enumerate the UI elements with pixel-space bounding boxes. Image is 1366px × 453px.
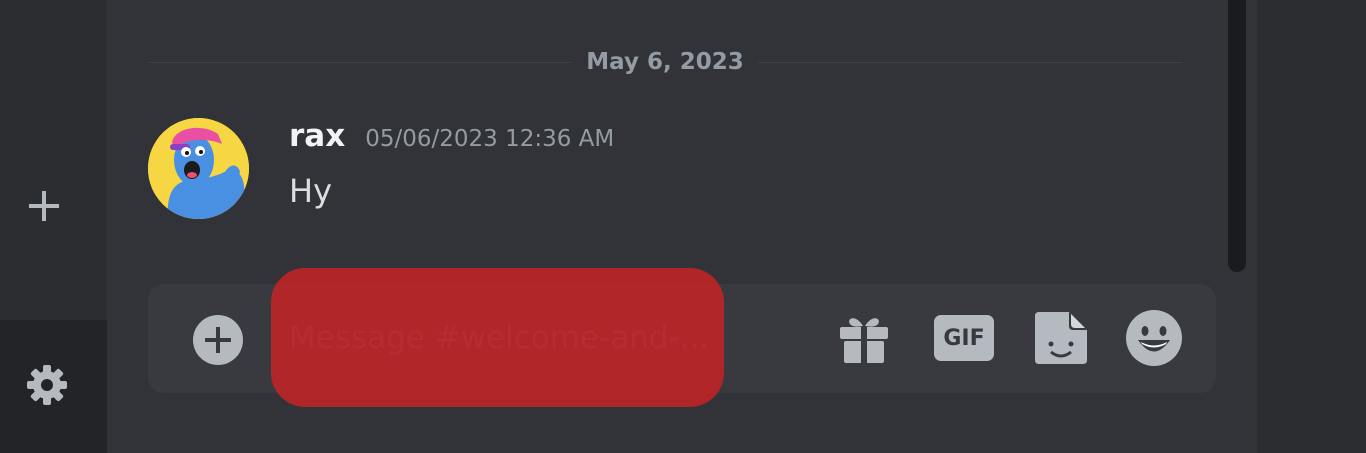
gear-icon [27,365,67,405]
message-content: Hy [289,172,332,210]
member-panel [1257,0,1366,453]
plus-icon [29,191,59,221]
attach-button[interactable] [192,314,244,366]
gift-button[interactable] [834,308,894,368]
gift-icon [840,318,888,363]
divider-line [757,61,1182,63]
message-timestamp: 05/06/2023 12:36 AM [365,126,615,152]
redaction-overlay [271,268,724,407]
avatar-image [148,118,249,219]
chat-scrollbar[interactable] [1228,0,1246,272]
emoji-icon [1126,310,1182,366]
divider-date: May 6, 2023 [586,49,744,75]
sticker-icon [1035,312,1087,364]
divider-line [148,61,573,63]
message-author[interactable]: rax [289,118,345,154]
gif-icon: GIF [934,315,994,361]
plus-circle-icon [193,315,243,365]
avatar[interactable] [148,118,249,219]
user-settings-button[interactable] [24,362,70,408]
message-header: rax 05/06/2023 12:36 AM [289,118,614,162]
emoji-button[interactable] [1124,308,1184,368]
add-server-button[interactable] [24,186,64,226]
date-divider: May 6, 2023 [148,44,1182,80]
sticker-button[interactable] [1031,308,1091,368]
gif-button[interactable]: GIF [934,308,994,368]
